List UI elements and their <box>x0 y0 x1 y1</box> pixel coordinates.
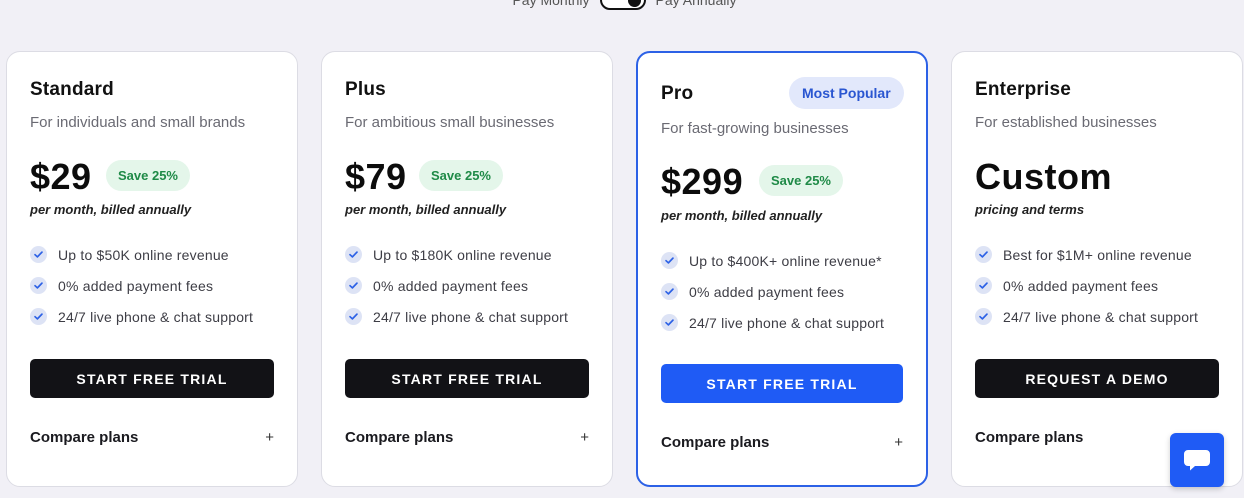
compare-plans-label: Compare plans <box>345 429 454 446</box>
feature-item: 24/7 live phone & chat support <box>30 301 253 332</box>
pay-annually-label[interactable]: Pay Annually <box>656 0 737 8</box>
feature-item: Up to $180K online revenue <box>345 239 568 270</box>
pay-monthly-label[interactable]: Pay Monthly <box>508 0 589 8</box>
feature-text: 0% added payment fees <box>689 283 845 300</box>
check-circle-icon <box>661 283 678 300</box>
check-circle-icon <box>975 308 992 325</box>
feature-text: 0% added payment fees <box>373 277 529 294</box>
check-circle-icon <box>30 246 47 263</box>
check-circle-icon <box>661 252 678 269</box>
feature-text: Up to $50K online revenue <box>58 246 229 263</box>
feature-text: 24/7 live phone & chat support <box>689 314 885 331</box>
check-circle-icon <box>345 246 362 263</box>
check-circle-icon <box>30 308 47 325</box>
billing-note: per month, billed annually <box>30 202 192 217</box>
feature-text: Best for $1M+ online revenue <box>1003 246 1192 263</box>
save-badge: Save 25% <box>106 160 190 191</box>
chat-button[interactable] <box>1170 433 1224 487</box>
plan-description: For individuals and small brands <box>30 114 246 131</box>
chat-bubble-icon <box>1184 450 1210 471</box>
feature-item: 0% added payment fees <box>345 270 568 301</box>
feature-item: 0% added payment fees <box>661 276 884 307</box>
plan-description: For ambitious small businesses <box>345 114 555 131</box>
feature-item: 24/7 live phone & chat support <box>661 307 884 338</box>
save-badge: Save 25% <box>759 165 843 196</box>
plan-price: $79 <box>345 156 407 197</box>
plan-card-enterprise: Enterprise For established businesses Cu… <box>951 51 1243 487</box>
start-free-trial-button[interactable]: START FREE TRIAL <box>345 359 589 398</box>
check-circle-icon <box>975 277 992 294</box>
feature-item: Up to $400K+ online revenue* <box>661 245 884 276</box>
plus-icon: + <box>265 429 274 446</box>
most-popular-badge: Most Popular <box>789 77 904 109</box>
feature-text: Up to $400K+ online revenue* <box>689 252 882 269</box>
billing-note: pricing and terms <box>975 202 1085 217</box>
check-circle-icon <box>661 314 678 331</box>
feature-item: 24/7 live phone & chat support <box>975 301 1198 332</box>
plan-card-standard: Standard For individuals and small brand… <box>6 51 298 487</box>
plan-price: $299 <box>661 161 744 202</box>
compare-plans-label: Compare plans <box>975 429 1084 446</box>
plan-price: Custom <box>975 156 1112 197</box>
feature-text: 0% added payment fees <box>58 277 214 294</box>
feature-text: 24/7 live phone & chat support <box>1003 308 1199 325</box>
compare-plans-toggle[interactable]: Compare plans + <box>345 429 589 446</box>
plan-description: For established businesses <box>975 114 1157 131</box>
save-badge: Save 25% <box>419 160 503 191</box>
feature-list: Best for $1M+ online revenue 0% added pa… <box>975 239 1198 332</box>
compare-plans-label: Compare plans <box>661 434 770 451</box>
feature-item: 24/7 live phone & chat support <box>345 301 568 332</box>
plan-name: Enterprise <box>975 79 1071 100</box>
feature-item: Up to $50K online revenue <box>30 239 253 270</box>
billing-toggle: Pay Monthly Pay Annually <box>0 0 1244 10</box>
check-circle-icon <box>345 308 362 325</box>
plus-icon: + <box>580 429 589 446</box>
feature-text: 0% added payment fees <box>1003 277 1159 294</box>
toggle-knob <box>627 0 641 7</box>
request-demo-button[interactable]: REQUEST A DEMO <box>975 359 1219 398</box>
feature-text: Up to $180K online revenue <box>373 246 552 263</box>
compare-plans-toggle[interactable]: Compare plans + <box>661 434 903 451</box>
check-circle-icon <box>975 246 992 263</box>
plan-name: Plus <box>345 79 386 100</box>
start-free-trial-button[interactable]: START FREE TRIAL <box>30 359 274 398</box>
plan-name: Standard <box>30 79 114 100</box>
feature-text: 24/7 live phone & chat support <box>373 308 569 325</box>
plan-description: For fast-growing businesses <box>661 120 849 137</box>
feature-list: Up to $180K online revenue 0% added paym… <box>345 239 568 332</box>
billing-note: per month, billed annually <box>661 208 823 223</box>
plan-card-pro: Pro Most Popular For fast-growing busine… <box>636 51 928 487</box>
plan-name: Pro <box>661 83 694 104</box>
check-circle-icon <box>345 277 362 294</box>
feature-item: 0% added payment fees <box>975 270 1198 301</box>
billing-note: per month, billed annually <box>345 202 507 217</box>
compare-plans-toggle[interactable]: Compare plans + <box>30 429 274 446</box>
feature-item: Best for $1M+ online revenue <box>975 239 1198 270</box>
plan-card-plus: Plus For ambitious small businesses $79 … <box>321 51 613 487</box>
feature-item: 0% added payment fees <box>30 270 253 301</box>
plus-icon: + <box>894 434 903 451</box>
feature-list: Up to $400K+ online revenue* 0% added pa… <box>661 245 884 338</box>
start-free-trial-button[interactable]: START FREE TRIAL <box>661 364 903 403</box>
check-circle-icon <box>30 277 47 294</box>
feature-text: 24/7 live phone & chat support <box>58 308 254 325</box>
feature-list: Up to $50K online revenue 0% added payme… <box>30 239 253 332</box>
billing-toggle-switch[interactable] <box>599 0 646 10</box>
compare-plans-label: Compare plans <box>30 429 139 446</box>
plan-price: $29 <box>30 156 92 197</box>
